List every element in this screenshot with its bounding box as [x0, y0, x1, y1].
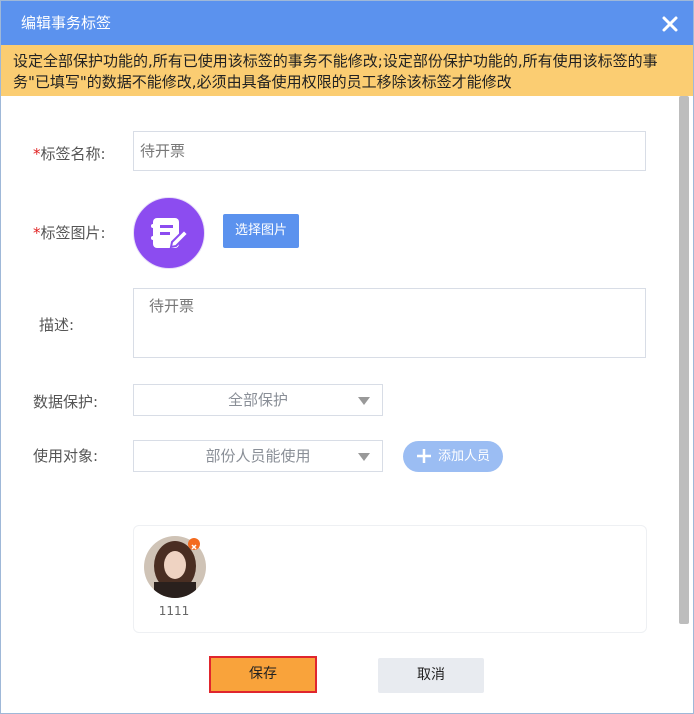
protection-select[interactable]: 全部保护 [133, 384, 383, 416]
save-button[interactable]: 保存 [209, 656, 317, 693]
add-member-label: 添加人员 [438, 449, 491, 464]
description-textarea[interactable]: 待开票 [133, 288, 646, 358]
choose-image-button[interactable]: 选择图片 [223, 214, 299, 248]
required-mark: * [33, 145, 41, 163]
close-icon[interactable] [661, 15, 679, 33]
remove-member-icon[interactable] [188, 538, 200, 550]
plus-icon [417, 449, 431, 463]
protection-select-value: 全部保护 [227, 391, 288, 409]
tag-name-input[interactable]: 待开票 [133, 131, 646, 171]
dialog-title: 编辑事务标签 [21, 14, 112, 32]
target-select-value: 部份人员能使用 [205, 447, 311, 465]
dropdown-arrow-icon [358, 453, 370, 461]
target-label: 使用对象: [33, 447, 99, 465]
tag-image-label: *标签图片: [33, 224, 106, 242]
tag-image-preview [133, 197, 205, 269]
note-edit-icon [151, 218, 190, 249]
cancel-button[interactable]: 取消 [378, 658, 484, 693]
add-member-button[interactable]: 添加人员 [403, 441, 503, 472]
member-name: 1111 [158, 604, 190, 618]
target-select[interactable]: 部份人员能使用 [133, 440, 383, 472]
member-list [133, 525, 647, 633]
description-label: 描述: [39, 316, 75, 334]
required-mark: * [33, 224, 41, 242]
scrollbar[interactable] [679, 96, 689, 624]
protection-warning: 设定全部保护功能的,所有已使用该标签的事务不能修改;设定部份保护功能的,所有使用… [1, 45, 693, 96]
edit-tag-dialog: 编辑事务标签 设定全部保护功能的,所有已使用该标签的事务不能修改;设定部份保护功… [0, 0, 694, 714]
protection-label: 数据保护: [33, 393, 99, 411]
dropdown-arrow-icon [358, 397, 370, 405]
dialog-titlebar: 编辑事务标签 [1, 1, 693, 45]
tag-name-label: *标签名称: [33, 145, 106, 163]
